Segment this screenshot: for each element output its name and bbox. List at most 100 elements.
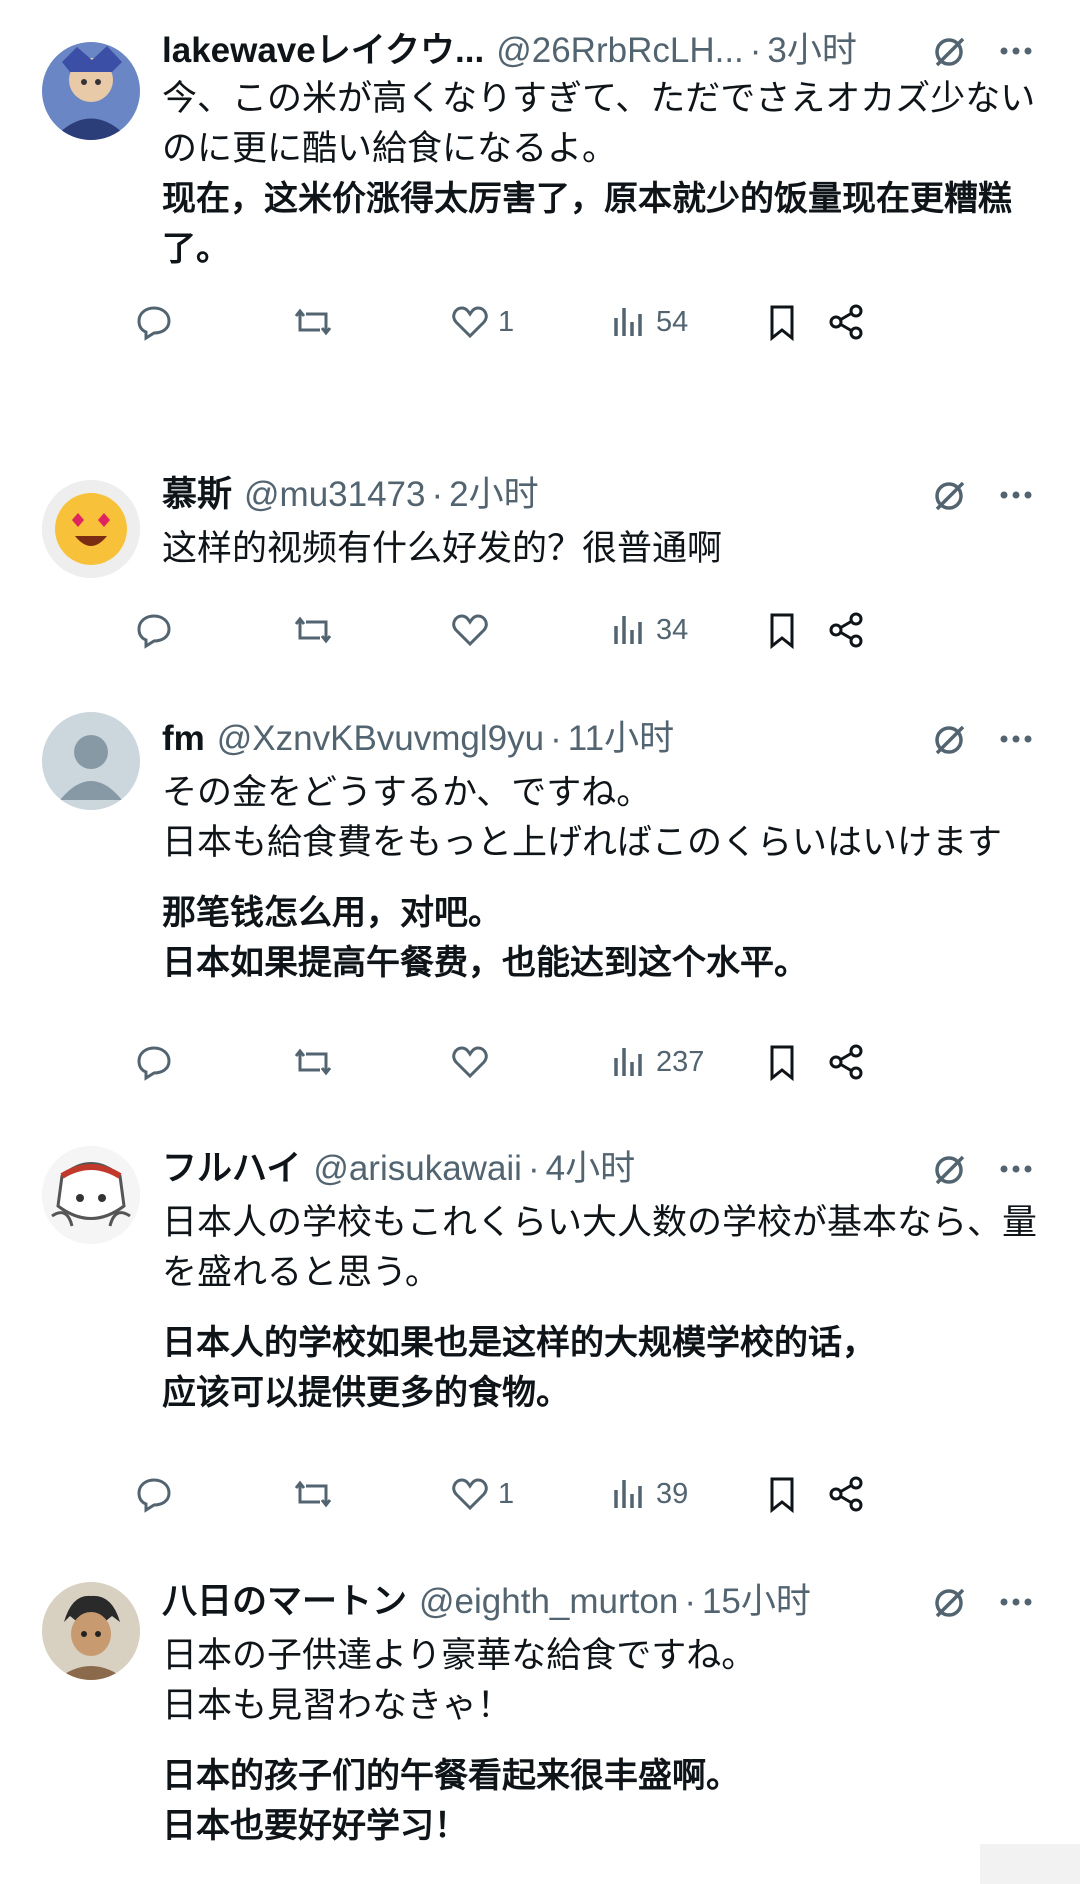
heart-icon [452, 306, 488, 339]
user-handle[interactable]: @26RrbRcLH... [496, 24, 744, 78]
more-options-icon[interactable] [998, 1151, 1034, 1187]
display-name[interactable]: 八日のマートン [162, 1575, 407, 1629]
share-button[interactable] [826, 600, 866, 660]
views-button[interactable]: 54 [608, 292, 688, 352]
timestamp[interactable]: 4小时 [546, 1142, 635, 1196]
repost-button[interactable] [292, 1032, 334, 1092]
reply-button[interactable] [134, 292, 174, 352]
share-button[interactable] [826, 1464, 866, 1524]
reply-button[interactable] [134, 1464, 174, 1524]
reply-button[interactable] [134, 600, 174, 660]
grok-icon[interactable] [932, 1151, 968, 1187]
views-chart-icon [614, 308, 642, 336]
comment-icon [137, 1046, 171, 1081]
view-count: 34 [656, 613, 689, 646]
view-count: 54 [656, 305, 689, 338]
more-options-icon[interactable] [998, 1584, 1034, 1620]
comment-icon [137, 1478, 171, 1513]
reply-text: 今、この米が高くなりすぎて、ただでさえオカズ少ないのに更に酷い給食になるよ。 [162, 79, 1036, 168]
separator-dot: · [431, 475, 444, 514]
timestamp[interactable]: 3小时 [767, 24, 856, 78]
user-handle[interactable]: @eighth_murton [419, 1575, 678, 1629]
avatar[interactable] [42, 480, 140, 578]
avatar[interactable] [42, 1582, 140, 1680]
heart-icon [452, 1046, 488, 1079]
avatar[interactable] [42, 1146, 140, 1244]
reply-text: 日本の子供達より豪華な給食ですね。 日本も見習わなきゃ！ [162, 1636, 757, 1725]
action-bar: 34 [137, 600, 1042, 660]
bookmark-button[interactable] [762, 600, 802, 660]
like-button[interactable]: 1 [450, 292, 514, 352]
share-icon [829, 612, 863, 648]
bookmark-button[interactable] [762, 292, 802, 352]
timestamp[interactable]: 2小时 [449, 468, 538, 522]
user-handle[interactable]: @mu31473 [244, 468, 425, 522]
separator-dot: · [550, 719, 562, 758]
repost-icon [294, 308, 332, 336]
more-options-icon[interactable] [998, 33, 1034, 69]
display-name[interactable]: fm [162, 712, 205, 766]
repost-button[interactable] [292, 292, 334, 352]
avatar[interactable] [42, 712, 140, 810]
repost-button[interactable] [292, 1464, 334, 1524]
like-count: 1 [498, 305, 515, 338]
like-count: 1 [498, 1477, 515, 1510]
reply-header: fm @XznvKBvuvmgl9yu · 11小时 [162, 712, 1060, 766]
repost-icon [294, 616, 332, 644]
like-button[interactable]: 1 [450, 1464, 514, 1524]
translation-text: 日本人的学校如果也是这样的大规模学校的话， 应该可以提供更多的食物。 [162, 1324, 876, 1412]
views-button[interactable]: 39 [608, 1464, 688, 1524]
share-button[interactable] [826, 292, 866, 352]
display-name[interactable]: 慕斯 [162, 468, 232, 522]
grok-icon[interactable] [932, 477, 968, 513]
action-bar: 1 54 [137, 292, 1042, 352]
reply-text: 这样的视频有什么好发的？很普通啊 [162, 529, 723, 568]
reply-header: 慕斯 @mu31473 · 2小时 [162, 468, 1060, 522]
reply-button[interactable] [134, 1032, 174, 1092]
bookmark-button[interactable] [762, 1464, 802, 1524]
translation-text: 日本的孩子们的午餐看起来很丰盛啊。 日本也要好好学习！ [162, 1757, 740, 1845]
views-button[interactable]: 237 [608, 1032, 704, 1092]
heart-icon [452, 1478, 488, 1511]
avatar[interactable] [42, 42, 140, 140]
share-button[interactable] [826, 1032, 866, 1092]
more-options-icon[interactable] [998, 721, 1034, 757]
views-button[interactable]: 34 [608, 600, 688, 660]
grok-icon[interactable] [932, 721, 968, 757]
views-chart-icon [614, 1048, 642, 1076]
separator-dot: · [749, 31, 762, 70]
reply-header: 八日のマートン @eighth_murton · 15小时 [162, 1575, 1060, 1629]
grok-icon[interactable] [932, 1584, 968, 1620]
share-icon [829, 304, 863, 340]
grok-icon[interactable] [932, 33, 968, 69]
timestamp[interactable]: 11小时 [568, 712, 674, 766]
bookmark-icon [770, 1045, 794, 1082]
separator-dot: · [527, 1149, 540, 1188]
heart-icon [452, 614, 488, 647]
views-chart-icon [614, 1480, 642, 1508]
more-options-icon[interactable] [998, 477, 1034, 513]
view-count: 39 [656, 1477, 689, 1510]
timestamp[interactable]: 15小时 [702, 1575, 811, 1629]
share-icon [829, 1044, 863, 1080]
translation-text: 那笔钱怎么用，对吧。 日本如果提高午餐费，也能达到这个水平。 [162, 894, 808, 982]
reply-header: lakewaveレイクウ... @26RrbRcLH... · 3小时 [162, 24, 1060, 78]
bookmark-icon [770, 1477, 794, 1514]
user-handle[interactable]: @arisukawaii [313, 1142, 522, 1196]
comment-icon [137, 306, 171, 341]
action-bar: 237 [137, 1032, 1042, 1092]
display-name[interactable]: lakewaveレイクウ... [162, 24, 484, 78]
scroll-indicator [980, 1844, 1080, 1884]
user-handle[interactable]: @XznvKBvuvmgl9yu [217, 712, 544, 766]
repost-icon [294, 1480, 332, 1508]
repost-icon [294, 1048, 332, 1076]
repost-button[interactable] [292, 600, 334, 660]
like-button[interactable] [450, 1032, 498, 1092]
share-icon [829, 1476, 863, 1512]
reply-text: 日本人の学校もこれくらい大人数の学校が基本なら、量を盛れると思う。 [162, 1203, 1038, 1292]
display-name[interactable]: フルハイ [162, 1142, 301, 1196]
like-button[interactable] [450, 600, 498, 660]
bookmark-button[interactable] [762, 1032, 802, 1092]
separator-dot: · [684, 1582, 696, 1621]
translation-text: 现在，这米价涨得太厉害了，原本就少的饭量现在更糟糕了。 [162, 180, 1012, 268]
